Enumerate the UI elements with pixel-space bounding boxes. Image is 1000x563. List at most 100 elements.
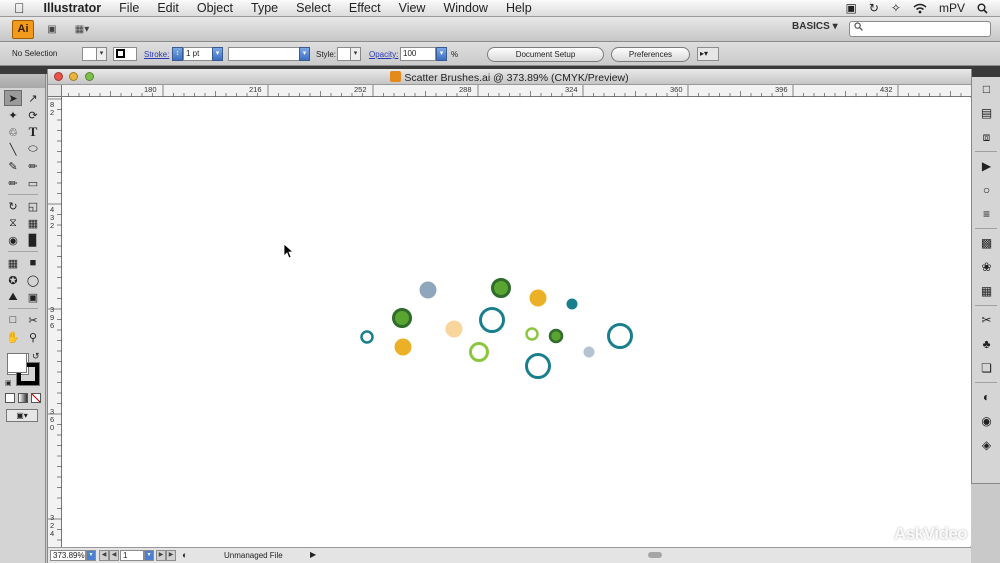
menu-app-name[interactable]: Illustrator (35, 1, 111, 15)
last-artboard-button[interactable]: ▶ (166, 550, 176, 561)
line-segment-tool-icon[interactable]: ╲ (4, 141, 22, 157)
panel-dock-header[interactable] (972, 69, 1000, 77)
scatter-ring[interactable] (479, 307, 505, 333)
scatter-ring[interactable] (491, 278, 511, 298)
scatter-dot[interactable] (419, 281, 437, 299)
transform-panel-icon[interactable]: □ (972, 77, 1000, 101)
scatter-dot[interactable] (529, 289, 547, 307)
fill-dropdown[interactable]: ▾ (96, 47, 107, 61)
ruler-origin[interactable] (48, 85, 62, 97)
horizontal-scrollbar-thumb[interactable] (648, 552, 662, 558)
column-graph-tool-icon[interactable]: ▉ (24, 232, 42, 248)
arrange-documents-icon[interactable]: ▦▾ (70, 20, 94, 38)
preferences-button[interactable]: Preferences (611, 47, 690, 62)
next-artboard-button[interactable]: ▶ (156, 550, 166, 561)
status-menu-arrow-icon[interactable]: ▶ (310, 550, 316, 559)
fill-stroke-widget[interactable]: ↺ ▣ (0, 351, 46, 391)
swap-fill-stroke-icon[interactable]: ↺ (32, 351, 40, 362)
scatter-ring[interactable] (469, 342, 489, 362)
selection-tool-options-icon[interactable]: ▸▾ (697, 47, 719, 61)
zoom-tool-icon[interactable]: ⚲ (24, 329, 42, 345)
align-panel-icon[interactable]: ▤ (972, 101, 1000, 125)
direct-selection-tool-icon[interactable]: ↗ (24, 90, 42, 106)
menu-window[interactable]: Window (434, 1, 496, 15)
menu-view[interactable]: View (390, 1, 435, 15)
screen-mode-button[interactable]: ▣▾ (6, 409, 38, 422)
layers-panel-icon[interactable]: ◈ (972, 433, 1000, 457)
scatter-ring[interactable] (360, 330, 374, 344)
symbol-sprayer-tool-icon[interactable]: ◉ (4, 232, 22, 248)
paintbrush-tool-icon[interactable]: ✎ (4, 158, 22, 174)
scatter-ring[interactable] (525, 327, 539, 341)
opacity-input[interactable]: 100 (400, 47, 436, 61)
help-search-input[interactable] (849, 21, 991, 37)
selection-tool-icon[interactable]: ➤ (4, 90, 22, 106)
menu-object[interactable]: Object (188, 1, 242, 15)
scatter-ring[interactable] (548, 328, 564, 344)
scatter-ring[interactable] (607, 323, 633, 349)
gradient-mode-icon[interactable] (18, 393, 28, 403)
menu-file[interactable]: File (110, 1, 148, 15)
eraser-tool-icon[interactable]: ▭ (24, 175, 42, 191)
blend-tool-icon[interactable]: ◯ (24, 272, 42, 288)
brush-definition-dropdown[interactable]: ▾ (299, 47, 310, 61)
workspace-switcher[interactable]: BASICS ▾ (792, 21, 838, 32)
zoom-level-input[interactable]: 373.89% (50, 550, 86, 561)
spotlight-icon[interactable] (977, 3, 988, 14)
swatches-panel-icon[interactable]: ▦ (972, 279, 1000, 303)
appearance-panel-icon[interactable]: ◉ (972, 409, 1000, 433)
fill-box-front[interactable] (7, 353, 27, 373)
brush-definition-field[interactable] (228, 47, 310, 61)
scatter-ring[interactable] (392, 308, 412, 328)
scatter-dot[interactable] (583, 346, 595, 358)
stroke-panel-icon[interactable]: ≡ (972, 202, 1000, 226)
type-tool-icon[interactable]: T (24, 124, 42, 140)
menu-help[interactable]: Help (497, 1, 541, 15)
previous-artboard-button[interactable]: ◀ (109, 550, 119, 561)
artboard-dropdown[interactable]: ▾ (144, 550, 154, 561)
status-info[interactable]: Unmanaged File (224, 551, 283, 560)
live-paint-bucket-tool-icon[interactable]: ⛰ (4, 289, 22, 305)
menu-effect[interactable]: Effect (340, 1, 390, 15)
scatter-dot[interactable] (445, 320, 463, 338)
apple-icon[interactable]:  (0, 0, 35, 16)
stroke-stepper[interactable]: ↕ (172, 47, 183, 61)
menu-type[interactable]: Type (242, 1, 287, 15)
rotate-tool-icon[interactable]: ↻ (4, 198, 22, 214)
lasso-tool-icon[interactable]: ⟳ (24, 107, 42, 123)
sync-icon[interactable]: ↻ (869, 1, 879, 15)
magic-wand-tool-icon[interactable]: ✦ (4, 107, 22, 123)
opacity-dropdown[interactable]: ▾ (436, 47, 447, 61)
artboard-number-input[interactable]: 1 (120, 550, 144, 561)
bridge-icon[interactable]: ▣ (40, 20, 64, 38)
mesh-tool-icon[interactable]: ▦ (4, 255, 22, 271)
transparency-panel-icon[interactable]: ◐ (972, 385, 1000, 409)
style-dropdown[interactable]: ▾ (350, 47, 361, 61)
first-artboard-button[interactable]: ◀ (99, 550, 109, 561)
artboard-tool-icon[interactable]: □ (4, 312, 22, 328)
actions-panel-icon[interactable]: ▶ (972, 154, 1000, 178)
stroke-link[interactable]: Stroke: (144, 50, 169, 59)
pathfinder-panel-icon[interactable]: ⧈ (972, 125, 1000, 149)
brushes-panel-icon[interactable]: ✂ (972, 308, 1000, 332)
document-setup-button[interactable]: Document Setup (487, 47, 604, 62)
zoom-dropdown[interactable]: ▾ (86, 550, 96, 561)
none-mode-icon[interactable] (31, 393, 41, 403)
ellipse-tool-icon[interactable]: ⬭ (24, 141, 42, 157)
eyedropper-tool-icon[interactable]: ✪ (4, 272, 22, 288)
scatter-ring[interactable] (525, 353, 551, 379)
menu-edit[interactable]: Edit (148, 1, 188, 15)
user-status[interactable]: mPV (939, 1, 965, 15)
hand-tool-icon[interactable]: ✋ (4, 329, 22, 345)
pencil-tool-icon[interactable]: ✏ (24, 158, 42, 174)
stroke-swatch[interactable] (113, 47, 137, 61)
scale-tool-icon[interactable]: ◱ (24, 198, 42, 214)
width-tool-icon[interactable]: ⧖ (4, 215, 22, 231)
live-paint-selection-tool-icon[interactable]: ▣ (24, 289, 42, 305)
color-panel-icon[interactable]: ❀ (972, 255, 1000, 279)
free-transform-tool-icon[interactable]: ▦ (24, 215, 42, 231)
default-fill-stroke-icon[interactable]: ▣ (5, 379, 12, 387)
pen-tool-icon[interactable]: ♲ (4, 124, 22, 140)
color-mode-icon[interactable] (5, 393, 15, 403)
camera-icon[interactable]: ▣ (846, 1, 857, 15)
